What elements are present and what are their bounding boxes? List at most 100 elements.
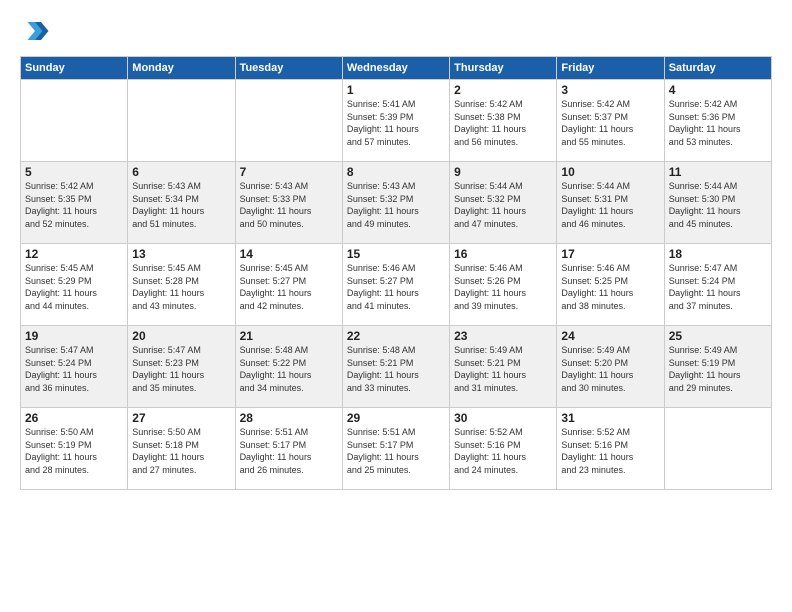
day-info: Sunrise: 5:48 AM Sunset: 5:22 PM Dayligh…: [240, 344, 338, 394]
day-info: Sunrise: 5:45 AM Sunset: 5:29 PM Dayligh…: [25, 262, 123, 312]
day-number: 28: [240, 411, 338, 425]
day-number: 23: [454, 329, 552, 343]
calendar-cell: 8Sunrise: 5:43 AM Sunset: 5:32 PM Daylig…: [342, 162, 449, 244]
day-number: 20: [132, 329, 230, 343]
calendar-cell: 31Sunrise: 5:52 AM Sunset: 5:16 PM Dayli…: [557, 408, 664, 490]
day-number: 9: [454, 165, 552, 179]
day-info: Sunrise: 5:50 AM Sunset: 5:18 PM Dayligh…: [132, 426, 230, 476]
day-number: 26: [25, 411, 123, 425]
day-number: 21: [240, 329, 338, 343]
day-info: Sunrise: 5:42 AM Sunset: 5:35 PM Dayligh…: [25, 180, 123, 230]
day-info: Sunrise: 5:47 AM Sunset: 5:23 PM Dayligh…: [132, 344, 230, 394]
header: [20, 16, 772, 46]
day-number: 2: [454, 83, 552, 97]
day-number: 11: [669, 165, 767, 179]
calendar-cell: 24Sunrise: 5:49 AM Sunset: 5:20 PM Dayli…: [557, 326, 664, 408]
calendar-cell: 4Sunrise: 5:42 AM Sunset: 5:36 PM Daylig…: [664, 80, 771, 162]
day-number: 19: [25, 329, 123, 343]
day-number: 8: [347, 165, 445, 179]
col-header-sunday: Sunday: [21, 57, 128, 80]
calendar-cell: [664, 408, 771, 490]
day-info: Sunrise: 5:43 AM Sunset: 5:34 PM Dayligh…: [132, 180, 230, 230]
day-info: Sunrise: 5:50 AM Sunset: 5:19 PM Dayligh…: [25, 426, 123, 476]
col-header-wednesday: Wednesday: [342, 57, 449, 80]
day-info: Sunrise: 5:51 AM Sunset: 5:17 PM Dayligh…: [347, 426, 445, 476]
col-header-monday: Monday: [128, 57, 235, 80]
day-info: Sunrise: 5:52 AM Sunset: 5:16 PM Dayligh…: [561, 426, 659, 476]
week-row-1: 1Sunrise: 5:41 AM Sunset: 5:39 PM Daylig…: [21, 80, 772, 162]
calendar-cell: 27Sunrise: 5:50 AM Sunset: 5:18 PM Dayli…: [128, 408, 235, 490]
calendar-cell: 6Sunrise: 5:43 AM Sunset: 5:34 PM Daylig…: [128, 162, 235, 244]
calendar-cell: 11Sunrise: 5:44 AM Sunset: 5:30 PM Dayli…: [664, 162, 771, 244]
calendar-cell: 2Sunrise: 5:42 AM Sunset: 5:38 PM Daylig…: [450, 80, 557, 162]
day-info: Sunrise: 5:49 AM Sunset: 5:19 PM Dayligh…: [669, 344, 767, 394]
calendar-cell: 15Sunrise: 5:46 AM Sunset: 5:27 PM Dayli…: [342, 244, 449, 326]
day-number: 22: [347, 329, 445, 343]
calendar-cell: 22Sunrise: 5:48 AM Sunset: 5:21 PM Dayli…: [342, 326, 449, 408]
calendar-cell: 28Sunrise: 5:51 AM Sunset: 5:17 PM Dayli…: [235, 408, 342, 490]
day-info: Sunrise: 5:46 AM Sunset: 5:27 PM Dayligh…: [347, 262, 445, 312]
calendar-cell: 25Sunrise: 5:49 AM Sunset: 5:19 PM Dayli…: [664, 326, 771, 408]
calendar-cell: 17Sunrise: 5:46 AM Sunset: 5:25 PM Dayli…: [557, 244, 664, 326]
day-info: Sunrise: 5:46 AM Sunset: 5:25 PM Dayligh…: [561, 262, 659, 312]
calendar-cell: 30Sunrise: 5:52 AM Sunset: 5:16 PM Dayli…: [450, 408, 557, 490]
logo-icon: [20, 16, 50, 46]
calendar-cell: 9Sunrise: 5:44 AM Sunset: 5:32 PM Daylig…: [450, 162, 557, 244]
day-number: 4: [669, 83, 767, 97]
col-header-saturday: Saturday: [664, 57, 771, 80]
day-number: 27: [132, 411, 230, 425]
calendar-cell: 13Sunrise: 5:45 AM Sunset: 5:28 PM Dayli…: [128, 244, 235, 326]
day-number: 7: [240, 165, 338, 179]
day-info: Sunrise: 5:46 AM Sunset: 5:26 PM Dayligh…: [454, 262, 552, 312]
day-number: 10: [561, 165, 659, 179]
day-number: 16: [454, 247, 552, 261]
calendar-cell: 1Sunrise: 5:41 AM Sunset: 5:39 PM Daylig…: [342, 80, 449, 162]
day-info: Sunrise: 5:49 AM Sunset: 5:21 PM Dayligh…: [454, 344, 552, 394]
day-number: 24: [561, 329, 659, 343]
calendar-cell: 3Sunrise: 5:42 AM Sunset: 5:37 PM Daylig…: [557, 80, 664, 162]
day-info: Sunrise: 5:41 AM Sunset: 5:39 PM Dayligh…: [347, 98, 445, 148]
calendar-cell: 10Sunrise: 5:44 AM Sunset: 5:31 PM Dayli…: [557, 162, 664, 244]
day-info: Sunrise: 5:45 AM Sunset: 5:28 PM Dayligh…: [132, 262, 230, 312]
week-row-2: 5Sunrise: 5:42 AM Sunset: 5:35 PM Daylig…: [21, 162, 772, 244]
day-info: Sunrise: 5:52 AM Sunset: 5:16 PM Dayligh…: [454, 426, 552, 476]
day-number: 29: [347, 411, 445, 425]
day-number: 6: [132, 165, 230, 179]
calendar-cell: 5Sunrise: 5:42 AM Sunset: 5:35 PM Daylig…: [21, 162, 128, 244]
day-number: 31: [561, 411, 659, 425]
logo: [20, 16, 54, 46]
calendar-cell: 20Sunrise: 5:47 AM Sunset: 5:23 PM Dayli…: [128, 326, 235, 408]
calendar-cell: 16Sunrise: 5:46 AM Sunset: 5:26 PM Dayli…: [450, 244, 557, 326]
day-number: 1: [347, 83, 445, 97]
calendar-cell: 12Sunrise: 5:45 AM Sunset: 5:29 PM Dayli…: [21, 244, 128, 326]
day-info: Sunrise: 5:42 AM Sunset: 5:37 PM Dayligh…: [561, 98, 659, 148]
day-number: 17: [561, 247, 659, 261]
col-header-friday: Friday: [557, 57, 664, 80]
col-header-tuesday: Tuesday: [235, 57, 342, 80]
calendar-header-row: SundayMondayTuesdayWednesdayThursdayFrid…: [21, 57, 772, 80]
day-info: Sunrise: 5:43 AM Sunset: 5:33 PM Dayligh…: [240, 180, 338, 230]
day-number: 13: [132, 247, 230, 261]
day-info: Sunrise: 5:42 AM Sunset: 5:36 PM Dayligh…: [669, 98, 767, 148]
week-row-3: 12Sunrise: 5:45 AM Sunset: 5:29 PM Dayli…: [21, 244, 772, 326]
day-info: Sunrise: 5:43 AM Sunset: 5:32 PM Dayligh…: [347, 180, 445, 230]
day-info: Sunrise: 5:42 AM Sunset: 5:38 PM Dayligh…: [454, 98, 552, 148]
day-number: 3: [561, 83, 659, 97]
calendar-cell: 23Sunrise: 5:49 AM Sunset: 5:21 PM Dayli…: [450, 326, 557, 408]
day-info: Sunrise: 5:47 AM Sunset: 5:24 PM Dayligh…: [669, 262, 767, 312]
calendar-cell: 21Sunrise: 5:48 AM Sunset: 5:22 PM Dayli…: [235, 326, 342, 408]
calendar-cell: [128, 80, 235, 162]
page: SundayMondayTuesdayWednesdayThursdayFrid…: [0, 0, 792, 612]
calendar-cell: [235, 80, 342, 162]
calendar-cell: 18Sunrise: 5:47 AM Sunset: 5:24 PM Dayli…: [664, 244, 771, 326]
day-number: 30: [454, 411, 552, 425]
day-info: Sunrise: 5:47 AM Sunset: 5:24 PM Dayligh…: [25, 344, 123, 394]
calendar-cell: 26Sunrise: 5:50 AM Sunset: 5:19 PM Dayli…: [21, 408, 128, 490]
day-info: Sunrise: 5:48 AM Sunset: 5:21 PM Dayligh…: [347, 344, 445, 394]
day-info: Sunrise: 5:45 AM Sunset: 5:27 PM Dayligh…: [240, 262, 338, 312]
calendar-table: SundayMondayTuesdayWednesdayThursdayFrid…: [20, 56, 772, 490]
week-row-4: 19Sunrise: 5:47 AM Sunset: 5:24 PM Dayli…: [21, 326, 772, 408]
day-number: 18: [669, 247, 767, 261]
day-number: 14: [240, 247, 338, 261]
week-row-5: 26Sunrise: 5:50 AM Sunset: 5:19 PM Dayli…: [21, 408, 772, 490]
